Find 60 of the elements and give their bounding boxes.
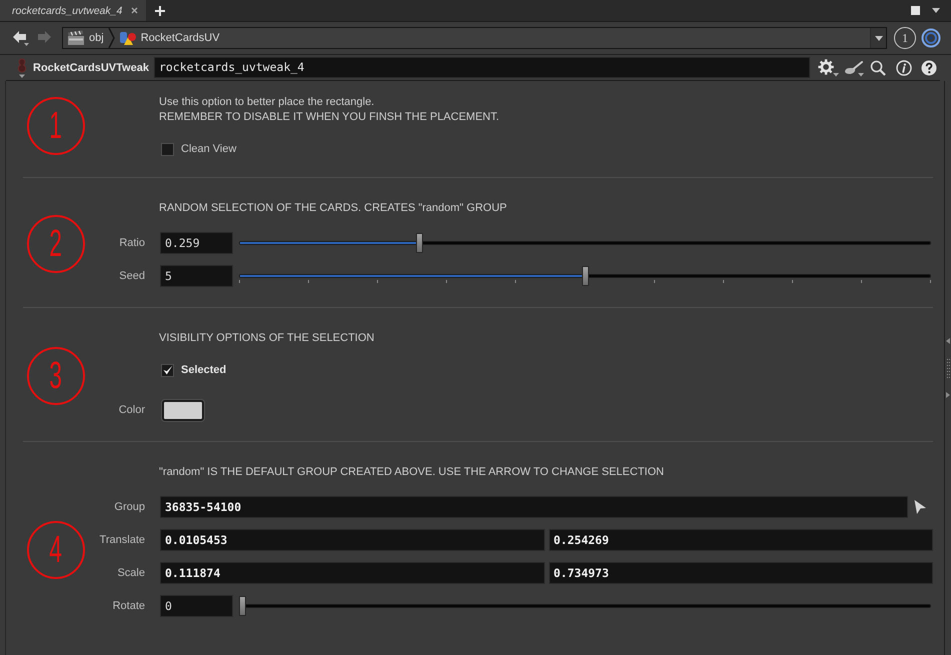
- param-label: Seed: [118, 270, 145, 282]
- number-field[interactable]: 0.0105453: [160, 529, 544, 551]
- note-text: REMEMBER TO DISABLE IT WHEN YOU FINSH THE PLACEMENT.: [159, 110, 500, 125]
- color-swatch[interactable]: [162, 400, 204, 420]
- param-label: Rotate: [112, 600, 145, 612]
- shapes-icon: [118, 30, 137, 46]
- caret-icon: [874, 36, 882, 40]
- clapperboard-icon: [67, 30, 85, 46]
- step-number: 3: [27, 347, 85, 405]
- slider-thumb[interactable]: [239, 596, 246, 616]
- slider-thumb[interactable]: [416, 233, 424, 253]
- checkbox[interactable]: [161, 142, 174, 156]
- back-arrow-icon[interactable]: [12, 30, 30, 46]
- number-field[interactable]: 0: [160, 595, 233, 617]
- param-label: Ratio: [118, 237, 145, 249]
- path-crumb[interactable]: obj: [63, 28, 108, 48]
- info-icon[interactable]: [896, 60, 912, 76]
- slider-thumb[interactable]: [582, 266, 588, 286]
- plus-icon[interactable]: [155, 6, 166, 16]
- right-triangle-icon[interactable]: [946, 392, 950, 398]
- param-label: Translate: [98, 534, 145, 546]
- pointer-icon[interactable]: [913, 499, 927, 515]
- checkbox-label[interactable]: Clean View: [181, 143, 236, 155]
- close-icon[interactable]: [131, 7, 138, 14]
- slider-track[interactable]: [239, 265, 931, 287]
- search-icon[interactable]: [870, 60, 886, 76]
- dropdown-button[interactable]: [870, 28, 886, 48]
- text-field[interactable]: 36835-54100: [160, 496, 908, 518]
- target-icon[interactable]: [921, 28, 941, 48]
- note-text: "random" IS THE DEFAULT GROUP CREATED ABOVE. USE THE ARROW TO CHANGE SELECTION: [159, 465, 664, 480]
- step-number: 2: [27, 215, 85, 273]
- gear-icon[interactable]: [818, 58, 840, 76]
- param-label: Color: [118, 404, 145, 416]
- slider-track[interactable]: [239, 595, 931, 617]
- caret-icon[interactable]: [932, 8, 940, 13]
- note-text: VISIBILITY OPTIONS OF THE SELECTION: [159, 331, 374, 346]
- node-type-icon[interactable]: [15, 58, 29, 78]
- step-number: 1: [27, 97, 85, 155]
- number-field[interactable]: 0.734973: [548, 562, 933, 584]
- checkmark-icon: [162, 365, 172, 375]
- number-field[interactable]: 0.111874: [160, 562, 544, 584]
- spoon-icon[interactable]: [843, 58, 865, 76]
- path-crumb[interactable]: RocketCardsUV: [114, 28, 224, 48]
- param-label: Scale: [116, 567, 145, 579]
- number-field[interactable]: 5: [160, 265, 233, 287]
- checkbox-label[interactable]: Selected: [181, 364, 226, 376]
- note-text: Use this option to better place the rectangle.: [159, 95, 374, 110]
- step-number: 4: [27, 521, 85, 579]
- number-field[interactable]: 0.259: [160, 232, 233, 254]
- left-triangle-icon[interactable]: [946, 338, 950, 344]
- help-icon[interactable]: [921, 60, 937, 76]
- node-type-label: RocketCardsUVTweak: [33, 62, 149, 74]
- checkbox[interactable]: [161, 364, 174, 376]
- link-group-button[interactable]: 1: [894, 27, 916, 49]
- param-label: Group: [113, 501, 145, 513]
- slider-track[interactable]: [239, 232, 931, 254]
- tab[interactable]: rocketcards_uvtweak_4: [0, 0, 146, 21]
- node-name-field[interactable]: rocketcards_uvtweak_4: [154, 57, 810, 78]
- number-field[interactable]: 0.254269: [548, 529, 933, 551]
- note-text: RANDOM SELECTION OF THE CARDS. CREATES "random" GROUP: [159, 201, 507, 216]
